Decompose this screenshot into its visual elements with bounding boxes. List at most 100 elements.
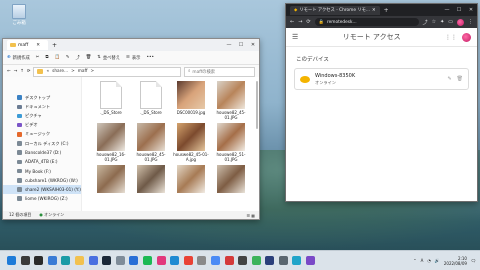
- nav-item[interactable]: liome (WKIROG) (Z:): [3, 194, 81, 203]
- settings-icon[interactable]: [278, 256, 288, 265]
- chrome-tab[interactable]: ◆ リモート アクセス - Chrome リモ... ✕: [290, 5, 380, 15]
- more-options-button[interactable]: •••: [146, 55, 154, 60]
- nav-item[interactable]: cubshare1 (WKROG) (W:): [3, 176, 81, 185]
- breadcrumb-0[interactable]: «: [46, 69, 49, 74]
- file-item[interactable]: ._DS_Store: [92, 81, 130, 115]
- file-item[interactable]: [212, 165, 250, 194]
- nav-item[interactable]: ドキュメント: [3, 102, 81, 111]
- reload-button[interactable]: ⟳: [306, 19, 310, 25]
- forward-button[interactable]: →: [14, 69, 18, 74]
- minimize-button[interactable]: —: [223, 42, 235, 48]
- wifi-icon[interactable]: ◔: [427, 258, 431, 263]
- nav-item[interactable]: ビデオ: [3, 121, 81, 130]
- delete-icon[interactable]: 🗑: [457, 76, 463, 82]
- address-bar[interactable]: « share... > maff >: [33, 66, 181, 77]
- edge-icon[interactable]: [61, 256, 71, 265]
- new-tab-button[interactable]: +: [52, 42, 57, 49]
- search-icon[interactable]: [20, 256, 30, 265]
- task-view-icon[interactable]: [34, 256, 44, 265]
- steam-icon[interactable]: [102, 256, 112, 265]
- widgets-icon[interactable]: [47, 256, 57, 265]
- close-window-button[interactable]: ✕: [247, 42, 259, 48]
- new-button[interactable]: ⊕ 新規作成: [7, 55, 30, 61]
- breadcrumb-1[interactable]: share...: [52, 69, 68, 74]
- rename-icon[interactable]: ✎: [66, 55, 70, 60]
- cut-icon[interactable]: ✂: [36, 55, 40, 60]
- clock[interactable]: 2:10 2022/08/09: [444, 256, 467, 266]
- nav-item[interactable]: デスクトップ: [3, 93, 81, 102]
- file-item[interactable]: houswe82_45-01.JPG: [212, 81, 250, 120]
- explorer-tab[interactable]: maff ✕: [7, 40, 49, 50]
- app-icon-dark[interactable]: [238, 256, 248, 265]
- account-avatar[interactable]: [462, 32, 471, 42]
- breadcrumb-3[interactable]: maff: [78, 69, 88, 74]
- profile-avatar[interactable]: [457, 18, 464, 26]
- chevron-up-icon[interactable]: ⌃: [413, 258, 416, 263]
- apps-grid-icon[interactable]: ⋮⋮: [445, 34, 457, 41]
- close-tab-icon[interactable]: ✕: [36, 43, 40, 48]
- file-item[interactable]: DSC00019.jpg: [172, 81, 210, 115]
- up-button[interactable]: ↑: [20, 69, 24, 74]
- file-item[interactable]: [132, 165, 170, 194]
- store-icon[interactable]: [88, 256, 98, 265]
- view-button[interactable]: ☰ 表示: [126, 55, 140, 61]
- bookmark-star-icon[interactable]: ☆: [432, 19, 436, 25]
- app-icon-gray[interactable]: [197, 256, 207, 265]
- explorer-icon[interactable]: [74, 256, 84, 265]
- shield-icon[interactable]: [115, 256, 125, 265]
- app-icon-blue[interactable]: [129, 256, 139, 265]
- address-bar[interactable]: 🔒 remotedesk...: [314, 18, 419, 26]
- recycle-bin-shortcut[interactable]: ごみ箱: [8, 4, 30, 26]
- maximize-button[interactable]: ☐: [453, 7, 465, 13]
- menu-kebab-icon[interactable]: ⋮: [468, 19, 473, 25]
- sort-button[interactable]: ⇅ 並べ替え: [97, 55, 120, 61]
- file-item[interactable]: [172, 165, 210, 194]
- file-item[interactable]: [92, 165, 130, 194]
- vscode-icon[interactable]: [170, 256, 180, 265]
- app-icon-pink[interactable]: [156, 256, 166, 265]
- nav-item[interactable]: ADATA_4TB (E:): [3, 157, 81, 166]
- paste-icon[interactable]: 📋: [54, 55, 59, 60]
- search-input[interactable]: ⌕ maffの検索: [184, 66, 255, 77]
- photos-icon[interactable]: [210, 256, 220, 265]
- minimize-button[interactable]: —: [441, 7, 453, 13]
- view-toggle[interactable]: ☰ ▦: [246, 213, 259, 218]
- language-indicator[interactable]: A: [421, 258, 424, 263]
- share-icon[interactable]: ⤴: [423, 19, 428, 26]
- forward-button[interactable]: →: [298, 19, 302, 25]
- notification-icon[interactable]: 🗨: [471, 258, 476, 263]
- app-icon-green[interactable]: [251, 256, 261, 265]
- sidepanel-icon[interactable]: ▭: [448, 19, 453, 25]
- nav-item[interactable]: ローカル ディスク (C:): [3, 139, 81, 148]
- start-icon[interactable]: [7, 256, 16, 265]
- device-card[interactable]: Windows-8350K オンライン ✎ 🗑: [294, 68, 469, 90]
- spotify-icon[interactable]: [142, 256, 152, 265]
- nav-item[interactable]: ミュージック: [3, 130, 81, 139]
- file-item[interactable]: houswe82_45-01-A.jpg: [172, 123, 210, 162]
- close-window-button[interactable]: ✕: [465, 7, 477, 13]
- nav-item[interactable]: share2 (WKSAIH03-01) (Y:): [3, 184, 81, 195]
- refresh-button[interactable]: ⟳: [27, 69, 31, 74]
- file-item[interactable]: houswe82_51-01.JPG: [212, 123, 250, 162]
- extensions-icon[interactable]: ✦: [440, 19, 444, 25]
- delete-icon[interactable]: 🗑: [86, 55, 91, 60]
- app-icon-red[interactable]: [224, 256, 234, 265]
- app-icon-cyan[interactable]: [292, 256, 302, 265]
- app-icon-purple[interactable]: [306, 256, 316, 265]
- copy-icon[interactable]: ⧉: [45, 55, 48, 60]
- chrome-icon[interactable]: [183, 256, 193, 265]
- back-button[interactable]: ←: [290, 19, 294, 25]
- nav-item[interactable]: Banscolde37 (D:): [3, 148, 81, 157]
- close-tab-icon[interactable]: ✕: [372, 8, 376, 13]
- file-item[interactable]: houswe82_45-01.JPG: [132, 123, 170, 162]
- app-icon-navy[interactable]: [265, 256, 275, 265]
- new-tab-button[interactable]: +: [384, 7, 389, 14]
- maximize-button[interactable]: ☐: [235, 42, 247, 48]
- file-item[interactable]: houswe82_16-01.JPG: [92, 123, 130, 162]
- edit-pencil-icon[interactable]: ✎: [447, 76, 451, 82]
- scrollbar[interactable]: [256, 81, 258, 129]
- back-button[interactable]: ←: [7, 69, 11, 74]
- file-item[interactable]: ._DS_Store: [132, 81, 170, 115]
- nav-item[interactable]: My Book (F:): [3, 167, 81, 176]
- nav-item[interactable]: ピクチャ: [3, 111, 81, 120]
